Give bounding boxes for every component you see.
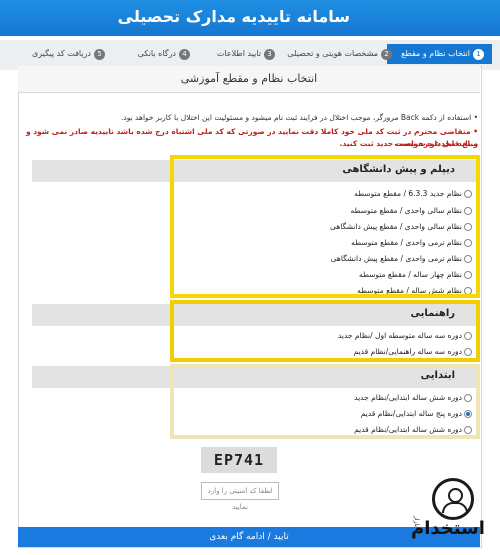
- step-number: 1: [473, 49, 484, 60]
- step-number: 5: [94, 49, 105, 60]
- step-label: تایید اطلاعات: [216, 49, 261, 58]
- step-label: انتخاب نظام و مقطع: [401, 49, 470, 58]
- highlight-box-diploma: [170, 155, 480, 298]
- highlight-box-primary: [170, 364, 480, 439]
- step-3: 3تایید اطلاعات: [217, 49, 275, 60]
- step-label: مشخصات هویتی و تحصیلی: [287, 49, 378, 58]
- step-number: 2: [381, 49, 392, 60]
- captcha-input[interactable]: لطفا کد امنیتی را وارد نمایید: [201, 482, 279, 511]
- app-header: سامانه تاییدیه مدارک تحصیلی: [0, 0, 500, 36]
- box-title: انتخاب نظام و مقطع آموزشی: [18, 66, 480, 93]
- watermark-side-text: بازار: [413, 516, 420, 527]
- watermark-text: استخدام: [411, 518, 485, 539]
- highlight-box-guidance: [170, 300, 480, 362]
- back-button-note: • استفاده از دکمه Back مرورگر، موجب اختل…: [120, 113, 478, 122]
- national-id-warning-cont: و باید مجددا درخواست جدید ثبت کنید.: [339, 139, 478, 148]
- step-label: درگاه بانکی: [137, 49, 176, 58]
- step-number: 3: [264, 49, 275, 60]
- step-label: دریافت کد پیگیری: [31, 49, 91, 58]
- user-search-icon: [432, 478, 474, 520]
- step-2: 2مشخصات هویتی و تحصیلی: [287, 49, 392, 60]
- step-1: 1انتخاب نظام و مقطع: [387, 44, 492, 64]
- watermark-logo: استخدام بازار: [408, 478, 488, 548]
- step-4: 4درگاه بانکی: [138, 49, 190, 60]
- step-number: 4: [179, 49, 190, 60]
- app-title: سامانه تاییدیه مدارک تحصیلی: [117, 7, 350, 26]
- captcha-image: EP741: [201, 447, 277, 473]
- person-head-shape: [448, 488, 463, 503]
- step-5: 5دریافت کد پیگیری: [32, 49, 105, 60]
- person-body-shape: [442, 502, 468, 513]
